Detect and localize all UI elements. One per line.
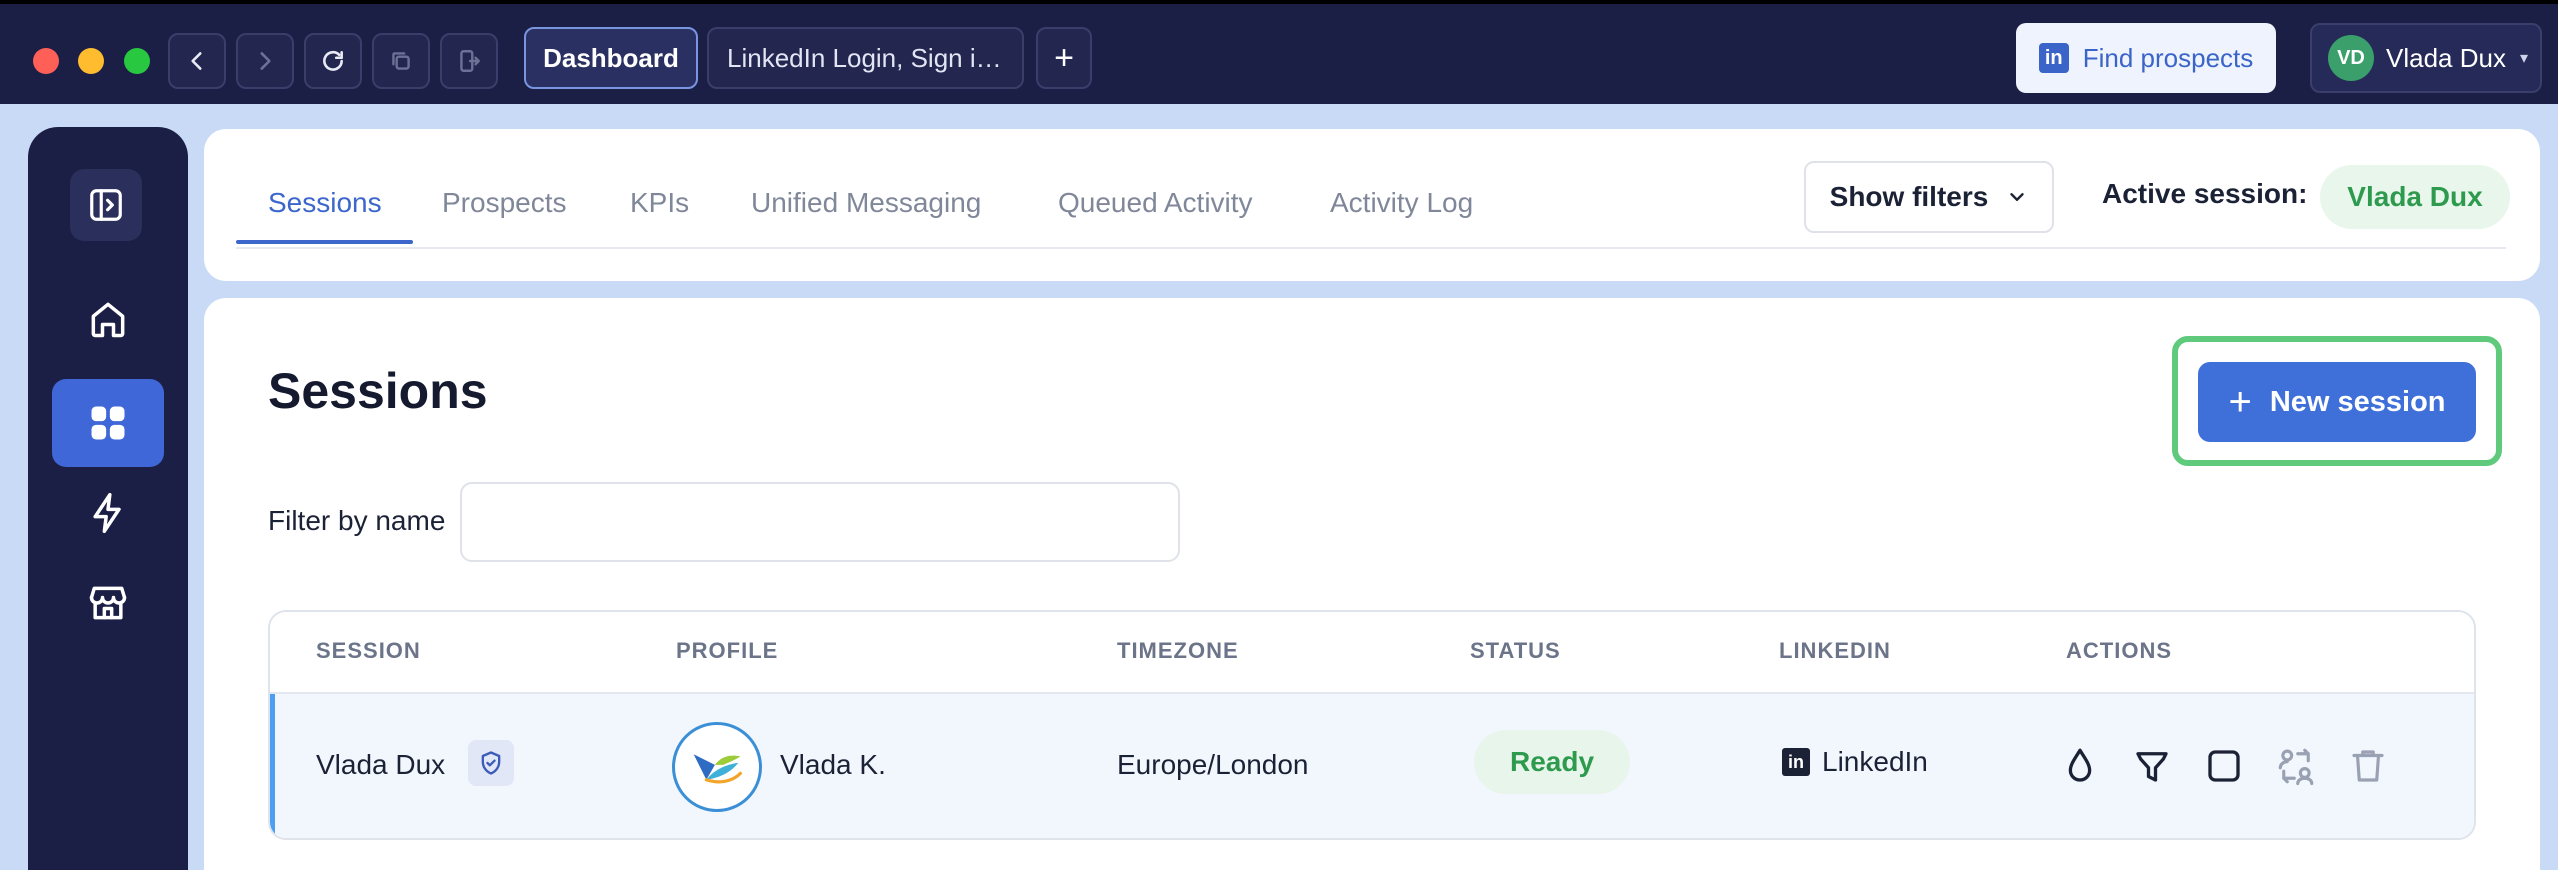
show-filters-button[interactable]: Show filters — [1804, 161, 2054, 233]
export-button[interactable] — [440, 33, 498, 89]
top-nav-card: Sessions Prospects KPIs Unified Messagin… — [204, 129, 2540, 281]
reload-button[interactable] — [304, 33, 362, 89]
action-drop-button[interactable] — [2058, 744, 2102, 788]
column-header-status: STATUS — [1470, 638, 1561, 663]
minimize-window-button[interactable] — [78, 48, 104, 74]
duplicate-button[interactable] — [372, 33, 430, 89]
active-session-name: Vlada Dux — [2347, 181, 2483, 212]
shield-check-icon — [481, 751, 501, 775]
action-switch-user-button[interactable] — [2274, 744, 2318, 788]
chevron-left-icon — [191, 52, 202, 70]
drop-icon — [2068, 748, 2092, 782]
tab-kpis[interactable]: KPIs — [630, 187, 689, 219]
table-row[interactable]: Vlada Dux Vlada K. Europe/London Ready i… — [270, 692, 2474, 838]
tab-unified-messaging[interactable]: Unified Messaging — [751, 187, 981, 219]
column-header-linkedin: LINKEDIN — [1779, 638, 1891, 663]
active-session-badge: Vlada Dux — [2320, 165, 2510, 229]
trash-icon — [2352, 750, 2384, 782]
plus-icon: + — [1054, 38, 1074, 77]
funnel-icon — [2136, 752, 2168, 782]
back-button[interactable] — [168, 33, 226, 89]
browser-tab-dashboard[interactable]: Dashboard — [524, 27, 698, 89]
active-tab-indicator — [236, 240, 413, 244]
sidebar-item-store[interactable] — [52, 559, 164, 647]
chevron-down-icon — [2010, 193, 2025, 201]
tab-sessions[interactable]: Sessions — [268, 187, 382, 219]
sidebar-toggle-button[interactable] — [70, 169, 142, 241]
new-session-button[interactable]: + New session — [2198, 362, 2476, 442]
page-title: Sessions — [268, 363, 488, 419]
grid-icon — [91, 406, 125, 440]
browser-tab-linkedin[interactable]: LinkedIn Login, Sign in... — [707, 27, 1024, 89]
browser-tab-label: Dashboard — [543, 42, 679, 73]
status-badge: Ready — [1474, 730, 1630, 794]
sidebar-item-dashboard[interactable] — [52, 379, 164, 467]
avatar: VD — [2328, 35, 2374, 81]
action-funnel-button[interactable] — [2130, 744, 2174, 788]
chevron-right-icon — [260, 52, 271, 70]
action-delete-button[interactable] — [2346, 744, 2390, 788]
plus-icon: + — [2228, 380, 2252, 424]
profile-avatar — [672, 722, 762, 812]
shield-badge — [468, 740, 514, 786]
show-filters-label: Show filters — [1829, 181, 1989, 212]
sessions-card: Sessions + New session Filter by name SE… — [204, 298, 2540, 870]
browser-tab-label: LinkedIn Login, Sign in... — [727, 42, 1004, 73]
square-icon — [2208, 750, 2240, 782]
status-label: Ready — [1509, 746, 1595, 777]
linkedin-link[interactable]: in LinkedIn — [1782, 746, 1928, 778]
action-stop-button[interactable] — [2202, 744, 2246, 788]
sidebar-item-home[interactable] — [52, 275, 164, 363]
device-arrow-icon — [460, 50, 480, 72]
sidebar-item-automations[interactable] — [52, 469, 164, 557]
filter-by-name-label: Filter by name — [268, 505, 446, 536]
close-window-button[interactable] — [33, 48, 59, 74]
filter-by-name-input[interactable] — [460, 482, 1180, 562]
profile-name: Vlada K. — [780, 749, 886, 780]
column-header-profile: PROFILE — [676, 638, 779, 663]
column-header-timezone: TIMEZONE — [1117, 638, 1239, 663]
tab-activity-log[interactable]: Activity Log — [1330, 187, 1473, 219]
find-prospects-label: Find prospects — [2082, 42, 2254, 73]
find-prospects-button[interactable]: in Find prospects — [2016, 23, 2276, 93]
row-selected-indicator — [270, 694, 275, 838]
session-name: Vlada Dux — [316, 749, 446, 780]
linkedin-label: LinkedIn — [1822, 746, 1928, 777]
linkedin-icon: in — [1782, 748, 1810, 776]
new-tab-button[interactable]: + — [1036, 27, 1092, 89]
browser-titlebar: Dashboard LinkedIn Login, Sign in... + i… — [0, 0, 2558, 104]
user-menu-button[interactable]: VD Vlada Dux ▾ — [2310, 23, 2542, 93]
sidebar-expand-icon — [90, 189, 122, 221]
column-header-session: SESSION — [316, 638, 421, 663]
sidebar — [28, 127, 188, 870]
linkedin-icon: in — [2038, 43, 2069, 73]
lightning-icon — [93, 492, 121, 534]
copy-icon — [392, 52, 410, 70]
maximize-window-button[interactable] — [124, 48, 150, 74]
store-icon — [89, 586, 127, 620]
tab-prospects[interactable]: Prospects — [442, 187, 567, 219]
home-icon — [91, 302, 125, 338]
reload-icon — [323, 50, 343, 71]
forward-button[interactable] — [236, 33, 294, 89]
caret-down-icon: ▾ — [2519, 50, 2528, 67]
active-session-label: Active session: — [2102, 178, 2308, 209]
switch-user-icon — [2278, 748, 2314, 786]
column-header-actions: ACTIONS — [2066, 638, 2172, 663]
tab-queued-activity[interactable]: Queued Activity — [1058, 187, 1253, 219]
sessions-table: SESSION PROFILE TIMEZONE STATUS LINKEDIN… — [268, 610, 2476, 840]
divider — [236, 247, 2506, 249]
user-name: Vlada Dux — [2386, 42, 2506, 73]
bird-logo-icon — [693, 754, 742, 784]
new-session-label: New session — [2269, 385, 2446, 418]
timezone-value: Europe/London — [1117, 749, 1309, 780]
